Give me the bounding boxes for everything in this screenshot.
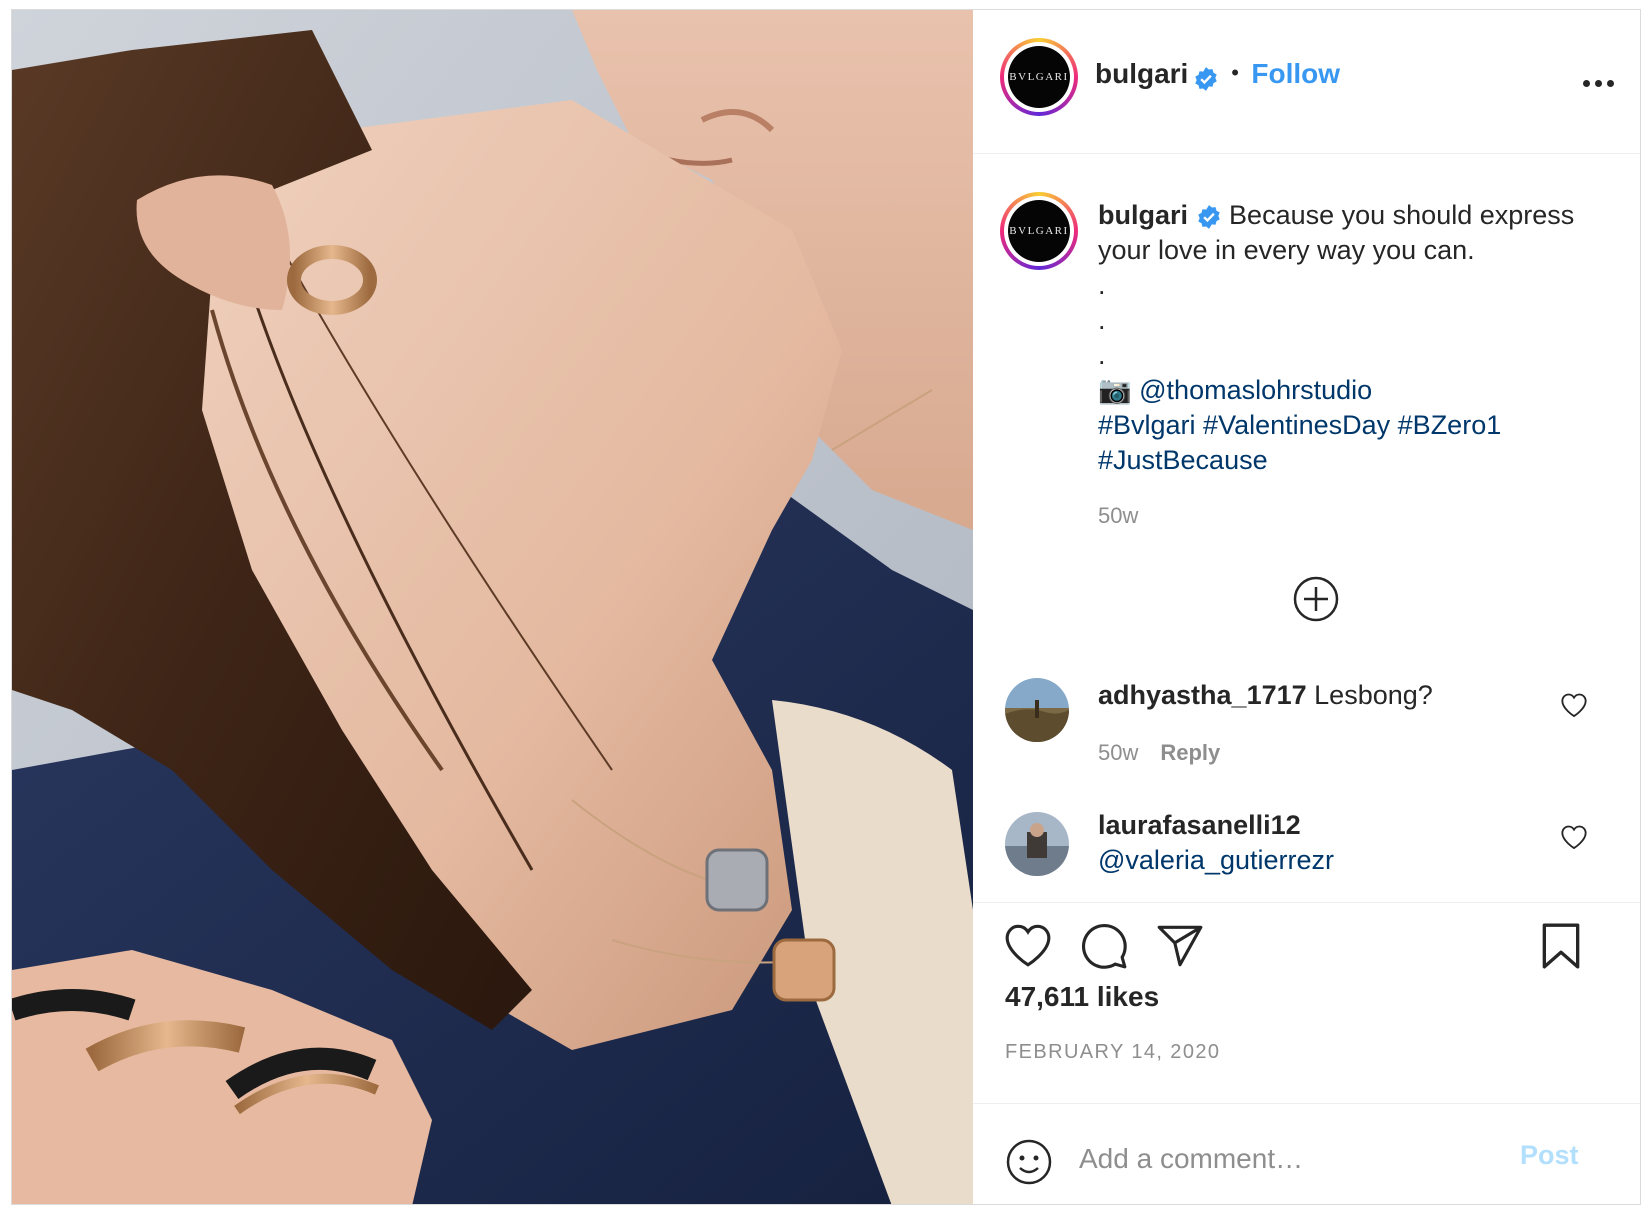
comment-meta: 50w Reply: [1098, 740, 1220, 766]
comments-area[interactable]: BVLGARI bulgari Because you should expre…: [973, 154, 1640, 901]
mention-link[interactable]: @thomaslohrstudio: [1139, 375, 1372, 405]
follow-button[interactable]: Follow: [1251, 58, 1340, 89]
comment-text: Lesbong?: [1314, 680, 1433, 710]
comment-username[interactable]: laurafasanelli12: [1098, 810, 1334, 841]
post-actions: 47,611 likes FEBRUARY 14, 2020: [973, 902, 1640, 1103]
save-bookmark-icon[interactable]: [1539, 921, 1583, 971]
caption-avatar-logo-text: BVLGARI: [1009, 225, 1069, 237]
caption-dot: .: [1098, 270, 1106, 300]
verified-badge-icon: [1195, 66, 1217, 91]
post-header: BVLGARI bulgari • Follow: [973, 10, 1640, 154]
post-panel: BVLGARI bulgari • Follow BVLGARI bulgari…: [973, 10, 1640, 1204]
caption-dot: .: [1098, 340, 1106, 370]
post-comment-button[interactable]: Post: [1520, 1140, 1579, 1171]
caption-avatar[interactable]: BVLGARI: [1000, 192, 1078, 270]
comment-content: adhyastha_1717 Lesbong?: [1098, 680, 1433, 711]
commenter-avatar-image: [1005, 678, 1069, 742]
commenter-avatar[interactable]: [1005, 812, 1069, 876]
caption-time[interactable]: 50w: [1098, 498, 1618, 533]
instagram-post: BVLGARI bulgari • Follow BVLGARI bulgari…: [11, 9, 1641, 1205]
avatar-logo-text: BVLGARI: [1009, 71, 1069, 83]
avatar[interactable]: BVLGARI: [1000, 38, 1078, 116]
post-date[interactable]: FEBRUARY 14, 2020: [1005, 1041, 1220, 1064]
reply-button[interactable]: Reply: [1160, 740, 1220, 765]
commenter-avatar-image: [1005, 812, 1069, 876]
caption-username[interactable]: bulgari: [1098, 200, 1188, 230]
comment-input[interactable]: [1079, 1134, 1499, 1184]
caption: bulgari Because you should express your …: [1098, 198, 1618, 533]
caption-verified-icon: [1197, 204, 1220, 229]
more-options-icon[interactable]: [1583, 80, 1617, 90]
header-username[interactable]: bulgari: [1095, 58, 1188, 89]
comment-mention[interactable]: @valeria_gutierrezr: [1098, 845, 1334, 876]
comment-icon[interactable]: [1079, 921, 1129, 971]
comment-content: laurafasanelli12 @valeria_gutierrezr: [1098, 810, 1334, 876]
add-comment-bar: Post: [973, 1103, 1640, 1204]
hashtag-link[interactable]: #JustBecause: [1098, 443, 1618, 478]
load-more-comments-icon[interactable]: [1291, 574, 1341, 624]
hashtag-links[interactable]: #Bvlgari #ValentinesDay #BZero1: [1098, 408, 1618, 443]
comment-username[interactable]: adhyastha_1717: [1098, 680, 1307, 710]
comment-like-icon[interactable]: [1560, 824, 1588, 850]
header-separator: •: [1231, 60, 1239, 85]
caption-first: bulgari Because you should express your …: [1098, 198, 1618, 268]
header-user: bulgari • Follow: [1095, 58, 1340, 92]
camera-emoji: 📷: [1098, 375, 1132, 405]
post-photo[interactable]: [12, 10, 973, 1204]
comment-like-icon[interactable]: [1560, 692, 1588, 718]
likes-count[interactable]: 47,611 likes: [1005, 981, 1159, 1013]
like-icon[interactable]: [1003, 921, 1053, 969]
post-image: [12, 10, 973, 1204]
caption-dot: .: [1098, 305, 1106, 335]
comment-time[interactable]: 50w: [1098, 740, 1138, 765]
share-icon[interactable]: [1155, 921, 1205, 971]
emoji-icon[interactable]: [1005, 1138, 1053, 1186]
commenter-avatar[interactable]: [1005, 678, 1069, 742]
